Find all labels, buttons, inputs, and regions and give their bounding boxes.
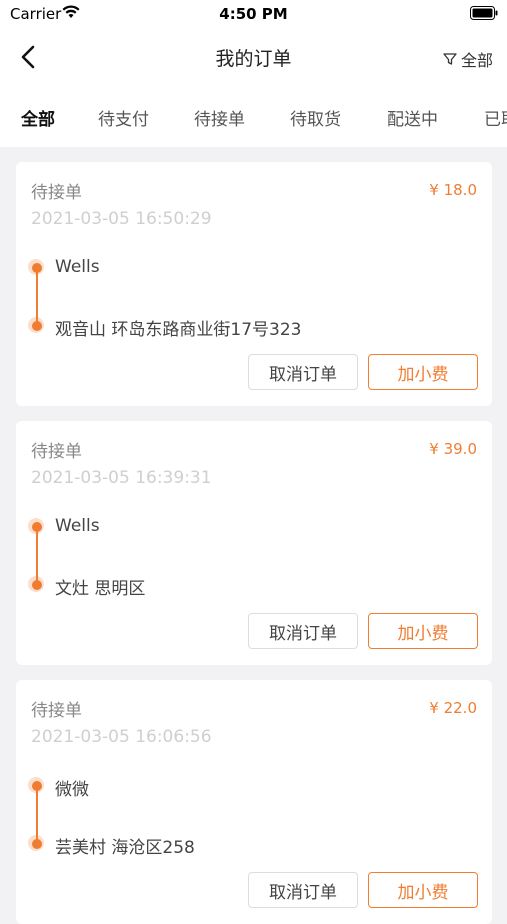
order-time: 2021-03-05 16:06:56 bbox=[31, 727, 212, 747]
tab-label: 全部 bbox=[21, 110, 55, 130]
filter-icon bbox=[443, 53, 457, 65]
tab-label: 待接单 bbox=[194, 110, 245, 130]
order-card[interactable]: 待接单 ¥ 22.0 2021-03-05 16:06:56 微微 芸美村 海沧… bbox=[16, 680, 492, 924]
filter-button[interactable]: 全部 bbox=[443, 47, 493, 71]
pickup-address: 微微 bbox=[55, 780, 89, 800]
tab-all[interactable]: 全部 bbox=[21, 105, 55, 135]
dropoff-dot-icon bbox=[28, 835, 44, 851]
cancel-order-button[interactable]: 取消订单 bbox=[248, 354, 358, 390]
order-time: 2021-03-05 16:39:31 bbox=[31, 468, 212, 488]
status-bar: Carrier 4:50 PM bbox=[0, 0, 507, 30]
add-tip-button[interactable]: 加小费 bbox=[368, 872, 478, 908]
tab-pending-payment[interactable]: 待支付 bbox=[98, 105, 149, 130]
order-status-tabs: 全部 待支付 待接单 待取货 配送中 已取 bbox=[0, 85, 507, 147]
order-price: ¥ 18.0 bbox=[429, 181, 477, 199]
order-status: 待接单 bbox=[31, 442, 82, 462]
order-time: 2021-03-05 16:50:29 bbox=[31, 209, 212, 229]
dropoff-dot-icon bbox=[28, 317, 44, 333]
tab-label: 配送中 bbox=[387, 110, 438, 130]
order-card[interactable]: 待接单 ¥ 39.0 2021-03-05 16:39:31 Wells 文灶 … bbox=[16, 421, 492, 665]
pickup-address: Wells bbox=[55, 516, 100, 536]
status-time: 4:50 PM bbox=[219, 5, 288, 23]
tab-awaiting-pickup[interactable]: 待取货 bbox=[290, 105, 341, 130]
pickup-dot-icon bbox=[28, 259, 44, 275]
pickup-address: Wells bbox=[55, 257, 100, 277]
dropoff-address: 文灶 思明区 bbox=[55, 579, 146, 599]
tab-label: 已取 bbox=[484, 110, 507, 130]
nav-bar: 我的订单 全部 bbox=[0, 30, 507, 85]
order-card[interactable]: 待接单 ¥ 18.0 2021-03-05 16:50:29 Wells 观音山… bbox=[16, 162, 492, 406]
order-status: 待接单 bbox=[31, 183, 82, 203]
order-price: ¥ 22.0 bbox=[429, 699, 477, 717]
active-tab-underline bbox=[21, 130, 55, 135]
cancel-order-button[interactable]: 取消订单 bbox=[248, 613, 358, 649]
dropoff-address: 芸美村 海沧区258 bbox=[55, 838, 195, 858]
battery-icon bbox=[470, 6, 498, 20]
order-price: ¥ 39.0 bbox=[429, 440, 477, 458]
tab-delivering[interactable]: 配送中 bbox=[387, 105, 438, 130]
tab-label: 待取货 bbox=[290, 110, 341, 130]
tab-completed[interactable]: 已取 bbox=[484, 105, 507, 130]
page-title: 我的订单 bbox=[215, 48, 292, 70]
cancel-order-button[interactable]: 取消订单 bbox=[248, 872, 358, 908]
tab-awaiting-acceptance[interactable]: 待接单 bbox=[194, 105, 245, 130]
dropoff-dot-icon bbox=[28, 576, 44, 592]
pickup-dot-icon bbox=[28, 518, 44, 534]
add-tip-button[interactable]: 加小费 bbox=[368, 613, 478, 649]
filter-label: 全部 bbox=[460, 51, 493, 70]
pickup-dot-icon bbox=[28, 777, 44, 793]
order-status: 待接单 bbox=[31, 701, 82, 721]
dropoff-address: 观音山 环岛东路商业街17号323 bbox=[55, 320, 302, 340]
add-tip-button[interactable]: 加小费 bbox=[368, 354, 478, 390]
tab-label: 待支付 bbox=[98, 110, 149, 130]
